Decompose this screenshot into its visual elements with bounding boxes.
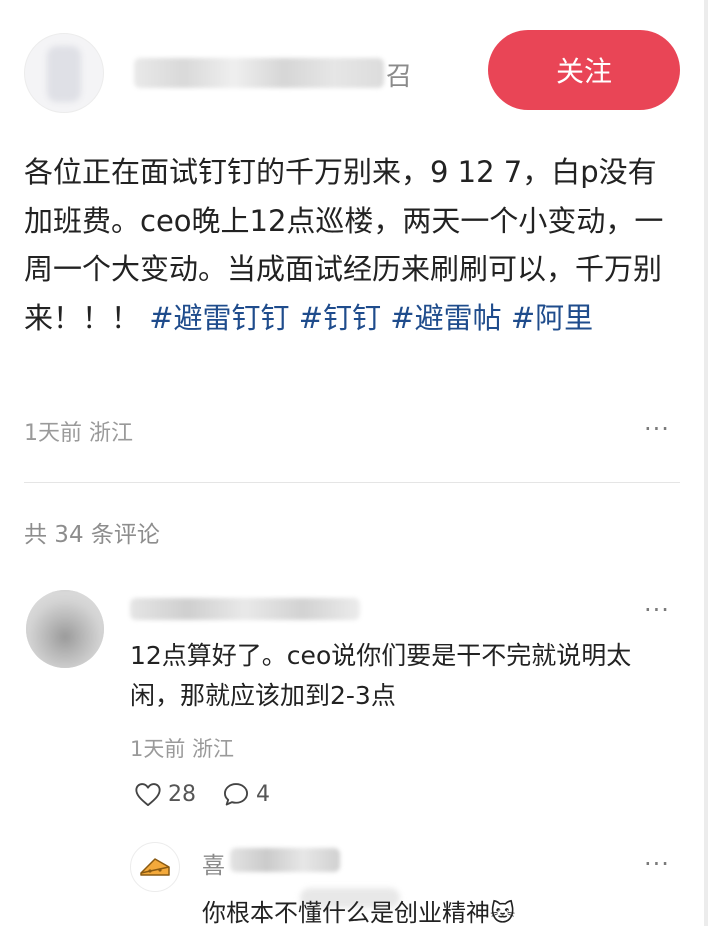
post-card: 召 关注 各位正在面试钉钉的千万别来，9 12 7，白p没有加班费。ceo晚上1… [0, 0, 708, 926]
post-more-icon[interactable]: ··· [644, 415, 670, 443]
commenter-avatar[interactable] [26, 590, 104, 668]
comment-actions: 28 4 [134, 778, 296, 810]
follow-button[interactable]: 关注 [488, 30, 680, 110]
reply-text: 你根本不懂什么是创业精神🐱 [202, 893, 515, 926]
heart-icon [135, 783, 161, 807]
author-name-blurred[interactable] [134, 58, 384, 88]
replier-avatar[interactable] [130, 842, 180, 892]
replier-name-blurred[interactable] [230, 848, 340, 872]
emoji-icon: 🐱 [490, 899, 516, 926]
hashtag-bileitie[interactable]: #避雷帖 [390, 301, 501, 335]
author-avatar-image [47, 46, 81, 102]
comment-bubble-icon [223, 783, 249, 806]
cheese-avatar-icon [140, 858, 170, 876]
commenter-avatar-image [26, 590, 104, 668]
hashtag-dingding[interactable]: #钉钉 [299, 301, 381, 335]
scroll-edge [704, 0, 708, 926]
commenter-name-blurred[interactable] [130, 598, 360, 620]
comment-more-icon[interactable]: ··· [644, 596, 670, 624]
hashtag-ali[interactable]: #阿里 [511, 301, 593, 335]
reply-text-content: 你根本不懂什么是创业精神 [202, 899, 490, 926]
comment-meta: 1天前 浙江 [130, 737, 235, 761]
author-avatar[interactable] [24, 33, 104, 113]
author-row: 召 关注 [24, 30, 680, 116]
like-count: 28 [168, 781, 196, 807]
replier-name-start: 喜 [202, 853, 225, 879]
comment-count: 共 34 条评论 [24, 522, 160, 548]
reply-count: 4 [256, 781, 270, 807]
reply-button[interactable]: 4 [222, 781, 270, 807]
post-content: 各位正在面试钉钉的千万别来，9 12 7，白p没有加班费。ceo晚上12点巡楼，… [24, 148, 684, 342]
author-name-tail: 召 [386, 62, 413, 92]
divider [24, 482, 680, 483]
comment-text: 12点算好了。ceo说你们要是干不完就说明太闲，那就应该加到2-3点 [130, 641, 632, 710]
reply-more-icon[interactable]: ··· [644, 850, 670, 878]
post-meta: 1天前 浙江 [24, 421, 133, 446]
like-button[interactable]: 28 [134, 781, 196, 807]
hashtag-bileidingding[interactable]: #避雷钉钉 [149, 301, 289, 335]
